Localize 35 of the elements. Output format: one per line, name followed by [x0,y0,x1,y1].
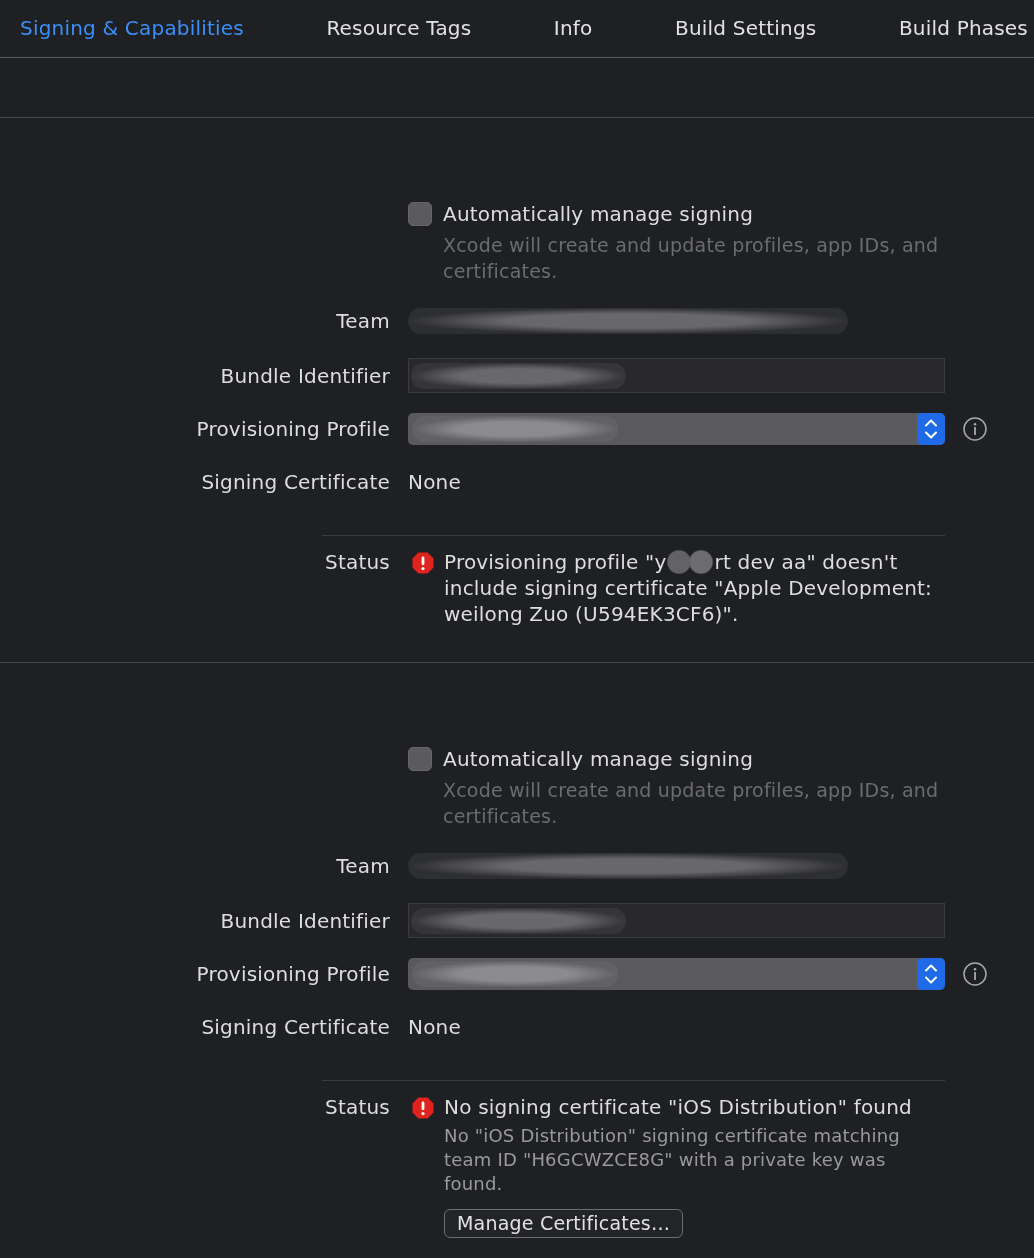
status-message: No signing certificate "iOS Distribution" found [444,1094,913,1120]
error-icon [412,552,434,574]
field-value: None [408,470,461,494]
checkbox-label: Automatically manage signing [443,202,754,226]
up-down-chevron-icon[interactable] [917,413,945,445]
checkbox[interactable] [408,202,432,226]
manage-certificates-button[interactable]: Manage Certificates… [444,1209,684,1238]
info-icon[interactable] [963,417,987,441]
tab[interactable]: Resource Tags [326,14,472,42]
field-label: Status [325,1094,390,1120]
text-field[interactable] [408,358,945,393]
field-value: None [408,1015,461,1039]
field-label: Signing Certificate [201,470,390,494]
status-detail: No "iOS Distribution" signing certificate matching team ID "H6GCWZCE8G" with a private key was found. [444,1124,901,1196]
field-label: Provisioning Profile [196,962,390,986]
text-field[interactable] [408,903,945,938]
field-label: Team [336,854,390,878]
checkbox[interactable] [408,747,432,771]
tab[interactable]: Build Phases [898,14,1028,42]
tab[interactable]: Build Settings [675,14,817,42]
help-text: Xcode will create and update profiles, app IDs, and certificates. [443,778,940,829]
help-text: Xcode will create and update profiles, app IDs, and certificates. [443,233,940,284]
up-down-chevron-icon[interactable] [917,958,945,990]
tab[interactable]: Info [553,14,593,42]
checkbox-label: Automatically manage signing [443,747,754,771]
tab[interactable]: Signing & Capabilities [20,14,244,42]
info-icon[interactable] [963,962,987,986]
field-label: Provisioning Profile [196,417,390,441]
field-label: Team [336,309,390,333]
field-label: Bundle Identifier [220,363,390,388]
field-label: Signing Certificate [201,1015,390,1039]
field-label: Bundle Identifier [220,908,390,933]
field-label: Status [325,549,390,575]
status-message: Provisioning profile "y rt dev aa" doesn't include signing certificate "Apple Development: weilong Zuo (U594EK3CF6)". [444,549,933,627]
error-icon [412,1097,434,1119]
